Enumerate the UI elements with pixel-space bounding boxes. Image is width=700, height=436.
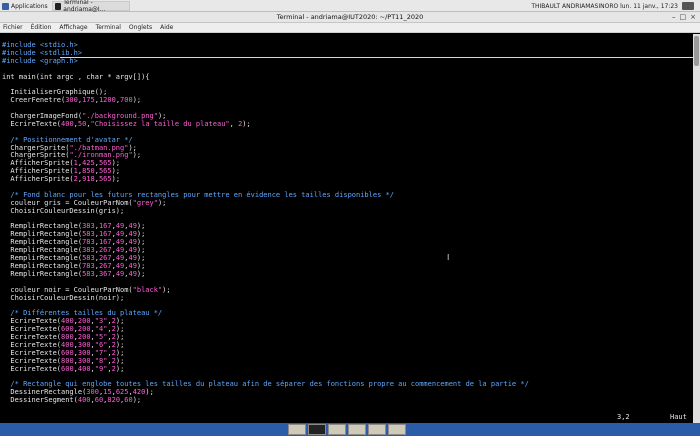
code-line[interactable]: CreerFenetre(300,175,1200,700);	[2, 96, 529, 105]
terminal-icon	[55, 2, 62, 10]
code-line[interactable]: int main(int argc , char * argv[]){	[2, 73, 529, 82]
battery-icon[interactable]	[682, 2, 694, 10]
scroll-indicator: Haut	[670, 413, 687, 421]
scrollbar-thumb[interactable]	[694, 36, 699, 66]
menu-item-aide[interactable]: Aide	[160, 24, 173, 31]
files-icon[interactable]	[288, 424, 306, 435]
menu-item-fichier[interactable]: Fichier	[3, 24, 23, 31]
user-clock[interactable]: THIBAULT ANDRIAMASINORO lun. 11 janv., 1…	[531, 3, 678, 10]
browser-icon[interactable]	[348, 424, 366, 435]
applications-label: Applications	[11, 2, 48, 10]
menu-item-affichage[interactable]: Affichage	[59, 24, 87, 31]
code-line[interactable]: #include <graph.h>	[2, 57, 529, 66]
close-icon[interactable]: ×	[690, 13, 696, 21]
code-line[interactable]: DessinerSegment(400,60,820,60);	[2, 396, 529, 405]
applications-menu[interactable]: Applications	[2, 1, 48, 11]
cursor-position: 3,2	[617, 413, 630, 421]
search-icon[interactable]	[368, 424, 386, 435]
code-line[interactable]: ChoisirCouleurDessin(noir);	[2, 294, 529, 303]
code-line[interactable]: EcrireTexte(600,400,"9",2);	[2, 365, 529, 374]
minimize-icon[interactable]: –	[672, 13, 676, 21]
bottom-dock	[0, 423, 700, 436]
terminal-area[interactable]: #include <stdio.h> #include <stdlib.h> #in…	[0, 34, 693, 423]
status-area: THIBAULT ANDRIAMASINORO lun. 11 janv., 1…	[531, 1, 694, 11]
menu-bar: Fichier Édition Affichage Terminal Ongle…	[0, 23, 700, 33]
dock-icons	[288, 423, 406, 436]
maximize-icon[interactable]: □	[680, 13, 687, 21]
scrollbar[interactable]	[693, 34, 700, 423]
folder-icon[interactable]	[388, 424, 406, 435]
terminal-icon[interactable]	[308, 424, 326, 435]
menu-item-onglets[interactable]: Onglets	[129, 24, 152, 31]
code-line[interactable]: RemplirRectangle(583,367,49,49);	[2, 270, 529, 279]
cursor-line-rule	[60, 57, 693, 58]
window-controls: – □ ×	[672, 13, 696, 21]
menu-item-edition[interactable]: Édition	[31, 24, 52, 31]
code-line[interactable]: ChoisirCouleurDessin(gris);	[2, 207, 529, 216]
window-title: Terminal - andriama@IUT2020: ~/PT11_2020	[276, 13, 424, 21]
code-buffer[interactable]: #include <stdio.h> #include <stdlib.h> #in…	[2, 41, 529, 405]
menu-item-terminal[interactable]: Terminal	[96, 24, 121, 31]
applications-icon	[2, 2, 9, 10]
top-panel: Applications Terminal - andriama@I... TH…	[0, 0, 700, 13]
window-titlebar[interactable]: Terminal - andriama@IUT2020: ~/PT11_2020…	[0, 12, 700, 23]
code-line[interactable]: EcrireTexte(400,50,"Choisissez la taille…	[2, 120, 529, 129]
file-manager-icon[interactable]	[328, 424, 346, 435]
taskbar-window-terminal[interactable]: Terminal - andriama@I...	[52, 0, 130, 13]
mouse-ibeam-icon: I	[447, 253, 450, 262]
code-line[interactable]: AfficherSprite(2,918,565);	[2, 175, 529, 184]
